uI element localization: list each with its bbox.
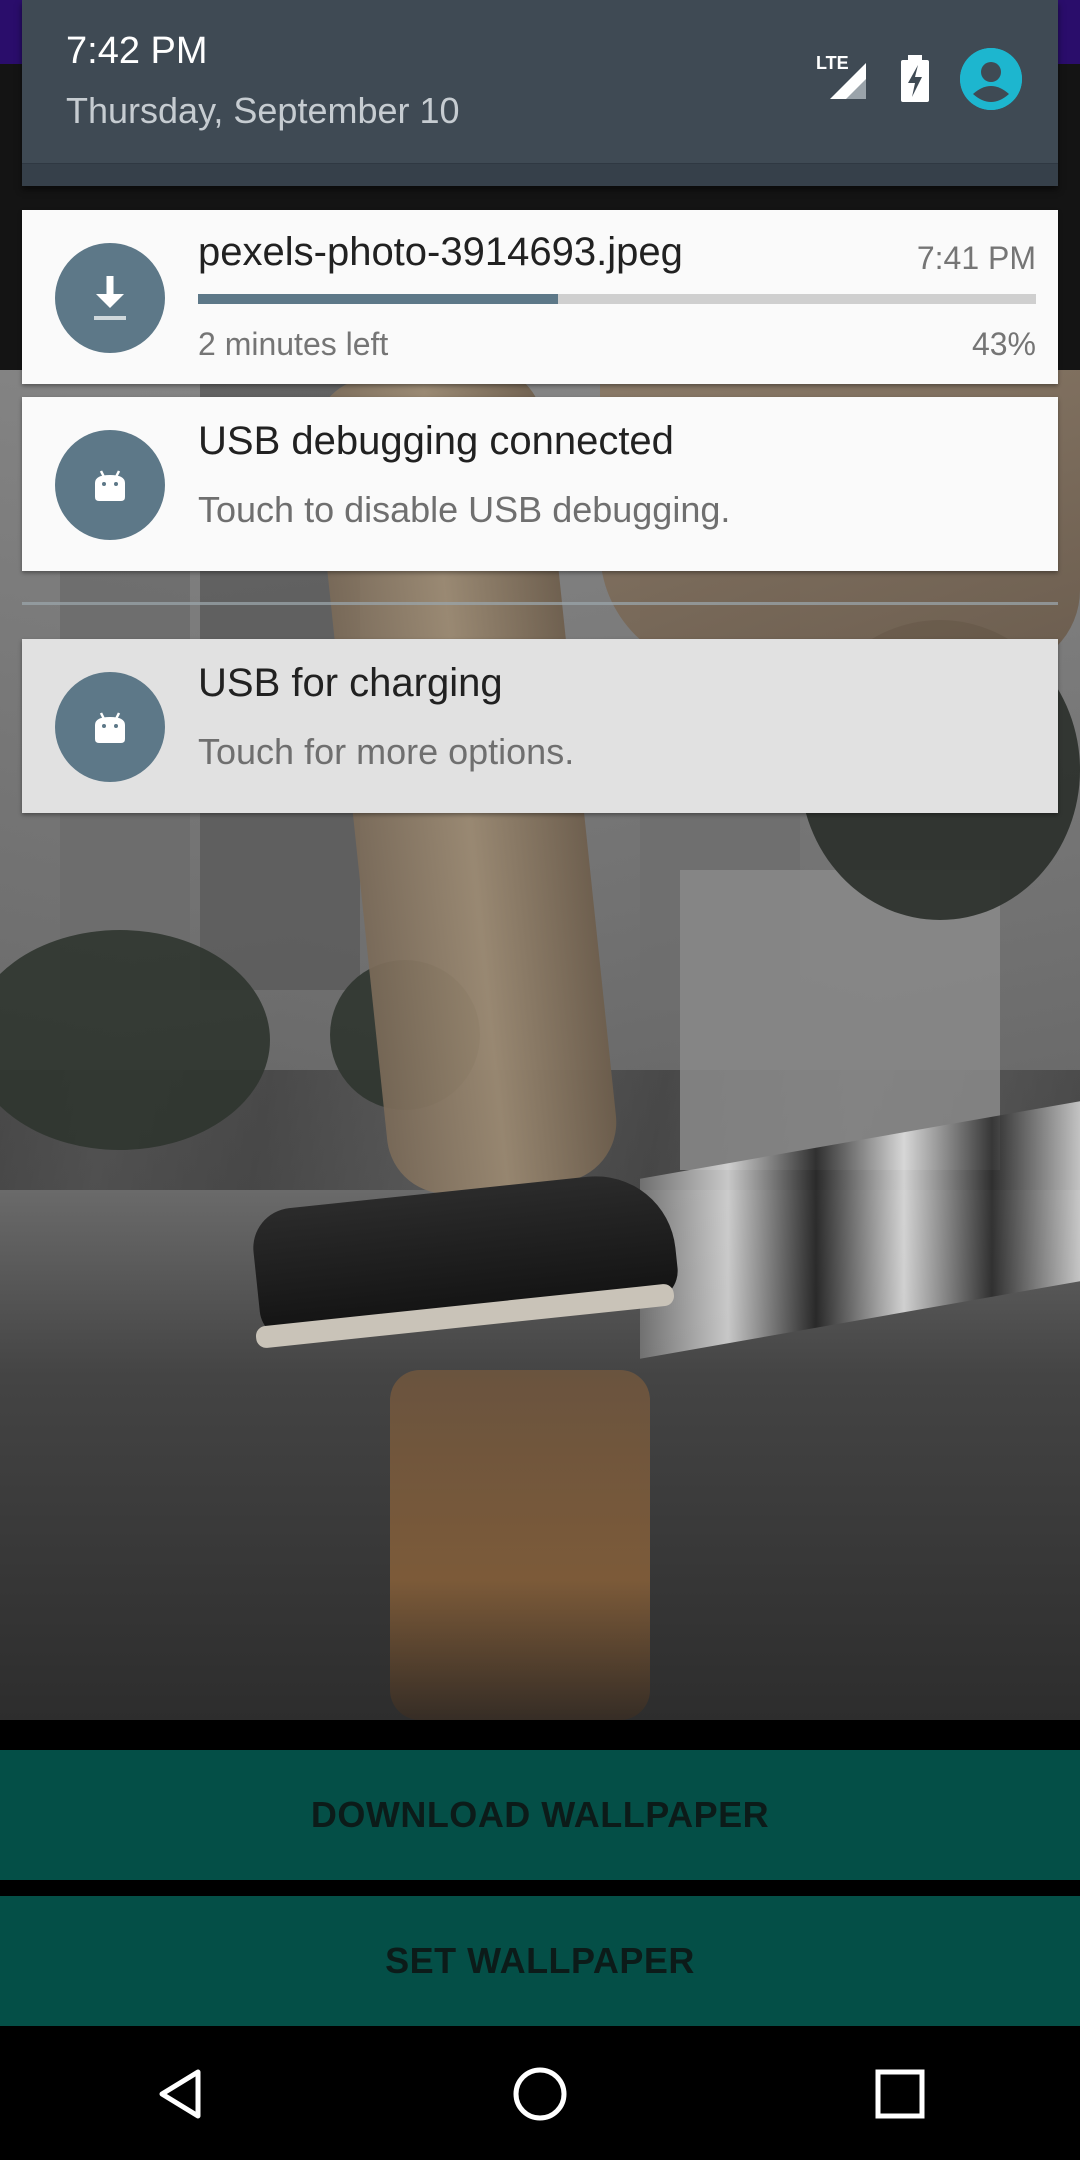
notification-icon-circle bbox=[55, 672, 165, 782]
download-notification[interactable]: pexels-photo-3914693.jpeg 7:41 PM 2 minu… bbox=[22, 210, 1058, 384]
android-icon bbox=[95, 470, 125, 501]
recents-button[interactable] bbox=[830, 2028, 970, 2160]
set-wallpaper-button[interactable]: SET WALLPAPER bbox=[0, 1896, 1080, 2026]
download-wallpaper-button[interactable]: DOWNLOAD WALLPAPER bbox=[0, 1750, 1080, 1880]
navigation-bar bbox=[0, 2028, 1080, 2160]
notification-divider bbox=[22, 602, 1058, 605]
download-progress-bar bbox=[198, 294, 1036, 304]
back-icon bbox=[159, 2069, 201, 2119]
back-button[interactable] bbox=[110, 2028, 250, 2160]
notification-title: USB debugging connected bbox=[198, 419, 674, 463]
battery-charging-icon bbox=[901, 55, 929, 102]
home-button[interactable] bbox=[470, 2028, 610, 2160]
usb-charging-notification[interactable]: USB for charging Touch for more options. bbox=[22, 639, 1058, 813]
android-icon bbox=[95, 712, 125, 743]
notification-text: Touch for more options. bbox=[198, 731, 575, 772]
download-percent: 43% bbox=[971, 326, 1036, 362]
notification-icon-circle bbox=[55, 430, 165, 540]
notification-text: Touch to disable USB debugging. bbox=[198, 489, 731, 530]
wallpaper-preview bbox=[0, 370, 1080, 1720]
download-time-remaining: 2 minutes left bbox=[198, 326, 389, 362]
notification-time: 7:41 PM bbox=[916, 240, 1036, 276]
clock-time: 7:42 PM bbox=[66, 30, 208, 72]
download-progress-fill bbox=[198, 294, 559, 304]
lte-signal-icon: LTE bbox=[816, 53, 870, 103]
download-icon bbox=[94, 276, 126, 320]
user-avatar-icon[interactable] bbox=[960, 48, 1022, 110]
usb-debugging-notification[interactable]: USB debugging connected Touch to disable… bbox=[22, 397, 1058, 571]
home-icon bbox=[513, 2067, 567, 2121]
notification-icon-circle bbox=[55, 243, 165, 353]
recents-icon bbox=[875, 2069, 925, 2119]
date-label: Thursday, September 10 bbox=[66, 90, 460, 131]
download-file-name: pexels-photo-3914693.jpeg bbox=[198, 230, 683, 274]
notification-shade-header[interactable]: 7:42 PM Thursday, September 10 LTE bbox=[22, 0, 1058, 186]
notification-title: USB for charging bbox=[198, 661, 503, 705]
